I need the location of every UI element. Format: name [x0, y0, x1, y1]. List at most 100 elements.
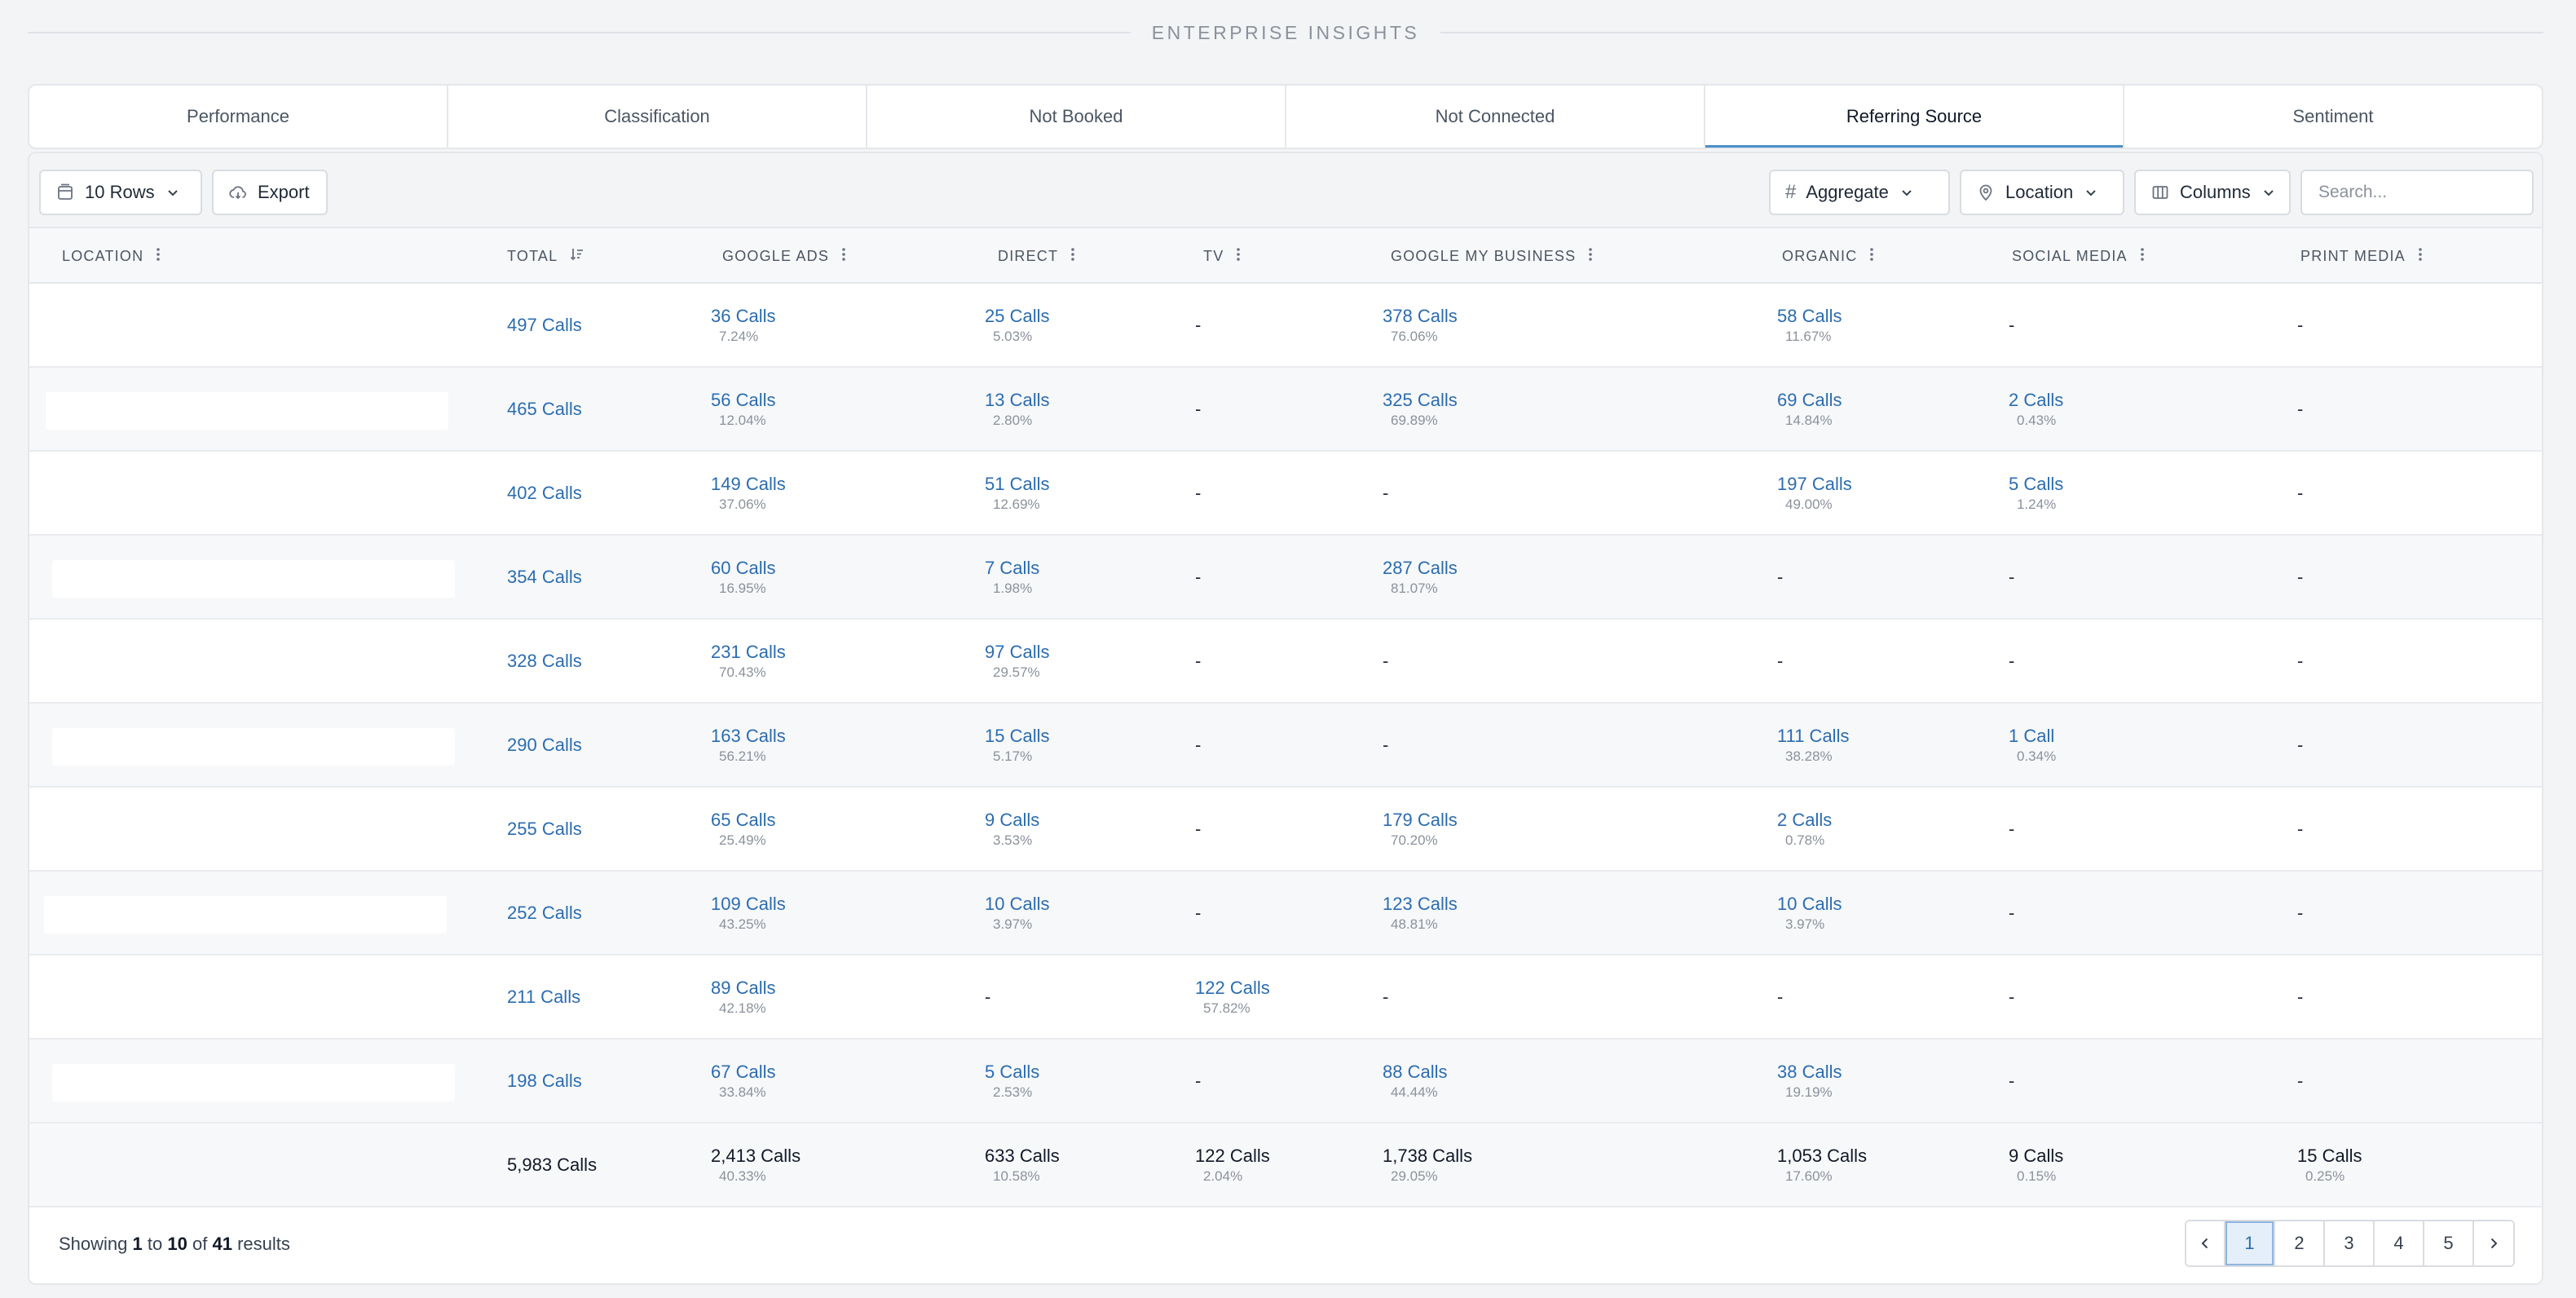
column-header-total[interactable]: TOTAL [507, 228, 585, 284]
column-menu-icon[interactable] [1587, 246, 1594, 267]
export-button[interactable]: Export [212, 170, 328, 215]
table-cell[interactable]: 65 Calls 25.49% [711, 788, 775, 870]
column-menu-icon[interactable] [2417, 246, 2424, 267]
table-cell[interactable]: 378 Calls 76.06% [1383, 284, 1458, 366]
total-cell[interactable]: 211 Calls [507, 956, 580, 1038]
table-cell[interactable]: 69 Calls 14.84% [1777, 368, 1842, 450]
page-button-4[interactable]: 4 [2375, 1221, 2424, 1265]
next-page-button[interactable] [2474, 1221, 2513, 1265]
table-cell[interactable]: 89 Calls 42.18% [711, 956, 775, 1038]
location-filter-select[interactable]: Location [1960, 170, 2124, 215]
column-menu-icon[interactable] [1070, 246, 1076, 267]
grand-total-cell: 5,983 Calls [507, 1124, 597, 1206]
table-cell[interactable]: 109 Calls 43.25% [711, 872, 786, 954]
table-cell[interactable]: 231 Calls 70.43% [711, 620, 786, 702]
table-row[interactable]: 211 Calls 89 Calls 42.18% - 122 Calls 57.82% -… [29, 956, 2542, 1040]
tab-sentiment[interactable]: Sentiment [2124, 86, 2542, 148]
column-header-location[interactable]: LOCATION [62, 228, 161, 284]
table-cell[interactable]: 58 Calls 11.67% [1777, 284, 1842, 366]
table-cell[interactable]: 15 Calls 5.17% [985, 704, 1049, 786]
aggregate-select[interactable]: # Aggregate [1769, 170, 1950, 215]
table-row[interactable]: 290 Calls 163 Calls 56.21% 15 Calls 5.17% - - 1… [29, 704, 2542, 788]
tab-classification[interactable]: Classification [448, 86, 867, 148]
table-cell[interactable]: 25 Calls 5.03% [985, 284, 1049, 366]
tab-referring-source[interactable]: Referring Source [1705, 86, 2124, 148]
table-cell[interactable]: 51 Calls 12.69% [985, 452, 1049, 534]
table-cell[interactable]: 38 Calls 19.19% [1777, 1040, 1842, 1122]
cell-calls: 67 Calls [711, 1061, 776, 1082]
total-cell[interactable]: 290 Calls [507, 704, 582, 786]
table-cell[interactable]: 197 Calls 49.00% [1777, 452, 1852, 534]
cell-calls: - [1777, 650, 1784, 671]
table-cell[interactable]: 1 Call 0.34% [2009, 704, 2056, 786]
table-cell[interactable]: 149 Calls 37.06% [711, 452, 786, 534]
table-cell[interactable]: 7 Calls 1.98% [985, 536, 1039, 618]
table-cell[interactable]: 163 Calls 56.21% [711, 704, 786, 786]
table-cell[interactable]: 9 Calls 3.53% [985, 788, 1039, 870]
table-cell[interactable]: 123 Calls 48.81% [1383, 872, 1458, 954]
table-cell: - [2009, 872, 2014, 954]
page-button-2[interactable]: 2 [2275, 1221, 2325, 1265]
page-button-1[interactable]: 1 [2225, 1221, 2275, 1265]
column-header-social[interactable]: SOCIAL MEDIA [2012, 228, 2146, 284]
page-button-3[interactable]: 3 [2325, 1221, 2375, 1265]
table-row[interactable]: 402 Calls 149 Calls 37.06% 51 Calls 12.69% - -… [29, 452, 2542, 536]
column-header-direct[interactable]: DIRECT [998, 228, 1076, 284]
table-row[interactable]: 255 Calls 65 Calls 25.49% 9 Calls 3.53% - 179 … [29, 788, 2542, 872]
table-cell[interactable]: 2 Calls 0.78% [1777, 788, 1832, 870]
rows-per-page-select[interactable]: 10 Rows [39, 170, 202, 215]
total-cell[interactable]: 328 Calls [507, 620, 582, 702]
table-cell[interactable]: 111 Calls 38.28% [1777, 704, 1849, 786]
table-row[interactable]: 198 Calls 67 Calls 33.84% 5 Calls 2.53% - 88 C… [29, 1040, 2542, 1124]
total-cell[interactable]: 198 Calls [507, 1040, 582, 1122]
previous-page-button[interactable] [2186, 1221, 2225, 1265]
table-cell[interactable]: 67 Calls 33.84% [711, 1040, 775, 1122]
table-cell[interactable]: 2 Calls 0.43% [2009, 368, 2063, 450]
total-cell[interactable]: 252 Calls [507, 872, 582, 954]
tab-performance[interactable]: Performance [29, 86, 448, 148]
column-menu-icon[interactable] [155, 246, 161, 267]
table-cell[interactable]: 10 Calls 3.97% [985, 872, 1049, 954]
cell-percent: 0.78% [1785, 832, 1825, 848]
column-header-organic[interactable]: ORGANIC [1782, 228, 1875, 284]
total-cell[interactable]: 354 Calls [507, 536, 582, 618]
table-cell[interactable]: 5 Calls 2.53% [985, 1040, 1039, 1122]
table-cell[interactable]: 10 Calls 3.97% [1777, 872, 1842, 954]
table-cell[interactable]: 56 Calls 12.04% [711, 368, 775, 450]
tab-not-booked[interactable]: Not Booked [867, 86, 1286, 148]
table-cell[interactable]: 122 Calls 57.82% [1195, 956, 1270, 1038]
column-menu-icon[interactable] [840, 246, 847, 267]
columns-select[interactable]: Columns [2134, 170, 2291, 215]
table-row[interactable]: 252 Calls 109 Calls 43.25% 10 Calls 3.97% - 12… [29, 872, 2542, 956]
cell-percent: 12.69% [993, 496, 1040, 512]
page-button-5[interactable]: 5 [2424, 1221, 2474, 1265]
total-cell[interactable]: 255 Calls [507, 788, 582, 870]
table-cell[interactable]: 97 Calls 29.57% [985, 620, 1049, 702]
table-cell[interactable]: 179 Calls 70.20% [1383, 788, 1458, 870]
column-menu-icon[interactable] [2139, 246, 2146, 267]
table-cell[interactable]: 60 Calls 16.95% [711, 536, 775, 618]
column-menu-icon[interactable] [1868, 246, 1875, 267]
total-cell[interactable]: 402 Calls [507, 452, 582, 534]
total-cell[interactable]: 497 Calls [507, 284, 582, 366]
tab-not-connected[interactable]: Not Connected [1286, 86, 1705, 148]
table-row[interactable]: 497 Calls 36 Calls 7.24% 25 Calls 5.03% - 378 … [29, 284, 2542, 368]
sort-descending-icon[interactable] [569, 246, 585, 267]
table-row[interactable]: 354 Calls 60 Calls 16.95% 7 Calls 1.98% - 287 … [29, 536, 2542, 620]
table-row[interactable]: 328 Calls 231 Calls 70.43% 97 Calls 29.57% - -… [29, 620, 2542, 704]
column-header-google_ads[interactable]: GOOGLE ADS [722, 228, 847, 284]
table-cell[interactable]: 5 Calls 1.24% [2009, 452, 2063, 534]
total-cell[interactable]: 465 Calls [507, 368, 582, 450]
table-cell[interactable]: 287 Calls 81.07% [1383, 536, 1458, 618]
table-row[interactable]: 465 Calls 56 Calls 12.04% 13 Calls 2.80% - 325… [29, 368, 2542, 452]
table-cell[interactable]: 36 Calls 7.24% [711, 284, 775, 366]
column-header-tv[interactable]: TV [1203, 228, 1242, 284]
table-cell[interactable]: 88 Calls 44.44% [1383, 1040, 1447, 1122]
column-menu-icon[interactable] [1235, 246, 1242, 267]
table-cell[interactable]: 325 Calls 69.89% [1383, 368, 1458, 450]
table-cell[interactable]: 13 Calls 2.80% [985, 368, 1049, 450]
column-header-print[interactable]: PRINT MEDIA [2300, 228, 2424, 284]
column-header-gmb[interactable]: GOOGLE MY BUSINESS [1391, 228, 1594, 284]
results-to-word: to [147, 1234, 163, 1254]
search-input[interactable] [2300, 170, 2534, 215]
